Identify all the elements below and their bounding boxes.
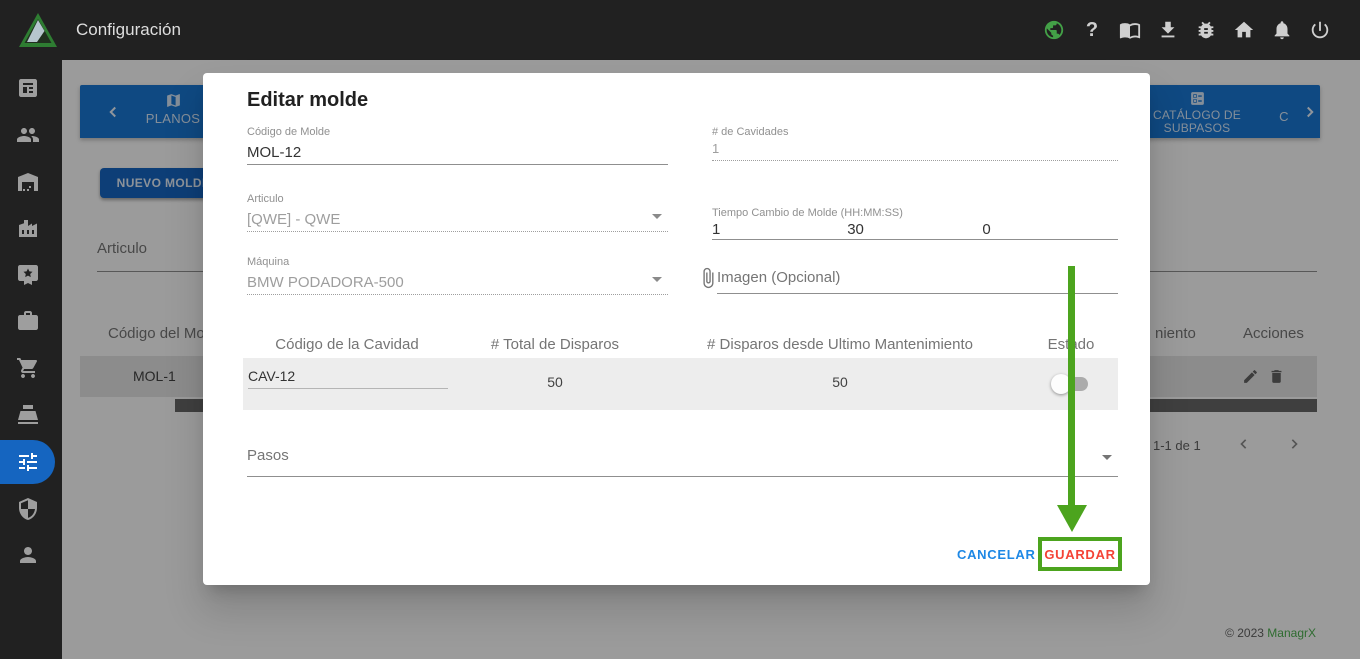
download-icon[interactable]: [1156, 18, 1180, 42]
maquina-field: Máquina BMW PODADORA-500: [247, 256, 668, 295]
certificate-icon: [17, 265, 38, 285]
edit-mold-dialog: Editar molde Código de Molde # de Cavida…: [203, 73, 1150, 585]
cavity-total-disparos-value: 50: [547, 374, 563, 390]
cavity-disparos-mantenimiento-value: 50: [832, 374, 848, 390]
book-icon[interactable]: [1118, 18, 1142, 42]
pasos-label: Pasos: [247, 447, 289, 464]
imagen-label: Imagen (Opcional): [717, 269, 841, 286]
codigo-molde-input[interactable]: [247, 144, 668, 161]
sidebar-item-cart[interactable]: [0, 346, 55, 390]
pasos-dropdown-icon: [1102, 455, 1112, 460]
page-title: Configuración: [76, 20, 181, 39]
codigo-molde-label: Código de Molde: [247, 126, 331, 138]
app-logo-icon: [18, 12, 58, 48]
imagen-field[interactable]: Imagen (Opcional): [717, 269, 1118, 294]
factory-icon: [18, 220, 37, 237]
cavity-table-row: 50 50: [243, 358, 1118, 410]
cavity-code-input[interactable]: [248, 368, 448, 389]
tune-icon: [18, 453, 37, 471]
dialog-title: Editar molde: [247, 89, 369, 111]
home-icon[interactable]: [1232, 18, 1256, 42]
cavidades-value: 1: [712, 141, 720, 156]
sidebar-item-security[interactable]: [0, 487, 55, 531]
cavity-header-total-disparos: # Total de Disparos: [490, 336, 620, 353]
sidebar-item-news[interactable]: [0, 66, 55, 110]
power-icon[interactable]: [1308, 18, 1332, 42]
warehouse-icon: [17, 173, 38, 191]
annotation-arrow-head: [1057, 505, 1087, 532]
pasos-field[interactable]: Pasos: [247, 433, 1118, 477]
shield-icon: [18, 498, 37, 520]
globe-icon[interactable]: [1042, 18, 1066, 42]
sidebar-item-factory[interactable]: [0, 206, 55, 250]
sidebar-item-configuration[interactable]: [0, 440, 55, 484]
tiempo-cambio-field: Tiempo Cambio de Molde (HH:MM:SS): [712, 207, 1118, 240]
articulo-label: Articulo: [247, 193, 284, 205]
sidebar-item-users[interactable]: [0, 113, 55, 157]
users-icon: [16, 128, 39, 142]
cart-icon: [16, 358, 37, 378]
sidebar-item-briefcase[interactable]: [0, 299, 55, 343]
articulo-field: Articulo [QWE] - QWE: [247, 193, 668, 232]
bell-icon[interactable]: [1270, 18, 1294, 42]
news-icon: [18, 79, 37, 97]
topbar: Configuración ?: [0, 0, 1360, 60]
cavity-header-codigo: Código de la Cavidad: [275, 336, 419, 353]
sidebar: [0, 60, 62, 659]
sidebar-item-register[interactable]: [0, 393, 55, 437]
tiempo-seconds-input[interactable]: [982, 221, 1118, 238]
cavidades-label: # de Cavidades: [712, 126, 789, 138]
tiempo-minutes-input[interactable]: [847, 221, 983, 238]
bug-icon[interactable]: [1194, 18, 1218, 42]
articulo-value: [QWE] - QWE: [247, 211, 341, 228]
help-icon[interactable]: ?: [1080, 18, 1104, 42]
cavity-header-disparos-mantenimiento: # Disparos desde Ultimo Mantenimiento: [707, 336, 973, 353]
annotation-highlight-box: GUARDAR: [1038, 537, 1122, 571]
sidebar-item-warehouse[interactable]: [0, 160, 55, 204]
maquina-label: Máquina: [247, 256, 290, 268]
briefcase-icon: [17, 311, 38, 330]
topbar-actions: ?: [1042, 18, 1332, 42]
cancel-button[interactable]: CANCELAR: [947, 537, 1046, 571]
annotation-arrow-line: [1068, 266, 1075, 506]
maquina-dropdown-icon: [652, 277, 662, 282]
codigo-molde-field: Código de Molde: [247, 126, 668, 165]
sidebar-item-profile[interactable]: [0, 533, 55, 577]
tiempo-inputs: [712, 221, 1118, 238]
tiempo-cambio-label: Tiempo Cambio de Molde (HH:MM:SS): [712, 207, 903, 219]
articulo-dropdown-icon: [652, 214, 662, 219]
tiempo-hours-input[interactable]: [712, 221, 848, 238]
save-button[interactable]: GUARDAR: [1042, 541, 1118, 567]
maquina-value: BMW PODADORA-500: [247, 274, 404, 291]
cavidades-field: # de Cavidades 1: [712, 126, 1118, 161]
person-icon: [19, 547, 36, 563]
paperclip-icon[interactable]: [697, 267, 719, 289]
register-icon: [17, 405, 38, 424]
sidebar-item-certificates[interactable]: [0, 253, 55, 297]
